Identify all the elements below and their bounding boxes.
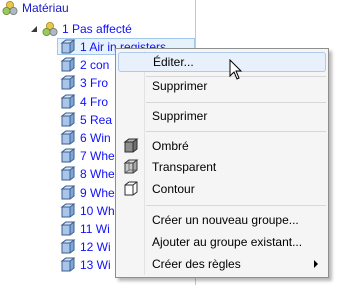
cube-icon bbox=[60, 185, 76, 201]
tree-item-label: 3 Fro bbox=[80, 76, 109, 90]
submenu-arrow-icon bbox=[314, 260, 318, 268]
tree-item[interactable]: 7 Whe bbox=[60, 147, 115, 165]
tree-item[interactable]: 10 Wh bbox=[60, 202, 115, 220]
tree-item-label: 10 Wh bbox=[80, 204, 115, 218]
tree-node-group[interactable]: 1 Pas affecté bbox=[29, 20, 132, 38]
tree-root-label: Matériau bbox=[22, 1, 69, 15]
tree-item-label: 2 con bbox=[80, 58, 110, 72]
tree-item-label: 7 Whe bbox=[80, 149, 115, 163]
tree-item-label: 13 Wi bbox=[80, 258, 111, 272]
menu-item-label: Transparent bbox=[152, 160, 217, 174]
tree-item[interactable]: 4 Fro bbox=[60, 93, 108, 111]
tree-item-label: 5 Rea bbox=[80, 113, 113, 127]
transparent-cube-icon bbox=[123, 159, 139, 175]
tree-item[interactable]: 9 Whe bbox=[60, 184, 115, 202]
tree-item-label: 11 Wi bbox=[80, 222, 110, 236]
menu-item-label: Ombré bbox=[152, 139, 189, 153]
tree-item-label: 6 Win bbox=[80, 131, 111, 145]
expand-arrow-icon[interactable] bbox=[29, 24, 39, 34]
cube-icon bbox=[60, 221, 76, 237]
cube-icon bbox=[60, 203, 76, 219]
tree-group-label: 1 Pas affecté bbox=[62, 22, 132, 36]
menu-item-new-group[interactable]: Créer un nouveau groupe... bbox=[118, 210, 326, 230]
cube-icon bbox=[60, 257, 76, 273]
material-group-icon bbox=[42, 21, 58, 37]
menu-item-transparent[interactable]: Transparent bbox=[118, 157, 326, 177]
menu-item-add-to-group[interactable]: Ajouter au groupe existant... bbox=[118, 232, 326, 252]
tree-item[interactable]: 8 Whe bbox=[60, 165, 115, 183]
mouse-pointer-icon bbox=[229, 58, 243, 81]
menu-item-edit[interactable]: Éditer... bbox=[118, 52, 326, 72]
menu-separator bbox=[146, 102, 326, 103]
cube-icon bbox=[60, 94, 76, 110]
tree-item-label: 4 Fro bbox=[80, 95, 109, 109]
tree-item[interactable]: 3 Fro bbox=[60, 74, 108, 92]
context-menu: Éditer... Supprimer Supprimer Ombré Tran… bbox=[115, 48, 329, 278]
menu-item-outline[interactable]: Contour bbox=[118, 179, 326, 199]
cube-icon bbox=[60, 112, 76, 128]
material-group-icon bbox=[2, 0, 18, 16]
menu-item-label: Supprimer bbox=[152, 109, 208, 123]
cube-icon bbox=[60, 130, 76, 146]
menu-item-label: Contour bbox=[152, 182, 195, 196]
tree-item-label: 9 Whe bbox=[80, 186, 115, 200]
menu-item-label: Ajouter au groupe existant... bbox=[152, 235, 303, 249]
outline-cube-icon bbox=[123, 181, 139, 197]
cube-icon bbox=[60, 57, 76, 73]
tree-item-label: 8 Whe bbox=[80, 167, 115, 181]
cube-icon bbox=[60, 239, 76, 255]
menu-item-create-rules[interactable]: Créer des règles bbox=[118, 254, 326, 274]
menu-item-delete-2[interactable]: Supprimer bbox=[118, 106, 326, 126]
menu-item-label: Supprimer bbox=[152, 79, 208, 93]
tree-item[interactable]: 13 Wi bbox=[60, 256, 111, 274]
cube-icon bbox=[60, 166, 76, 182]
menu-item-label: Créer des règles bbox=[152, 257, 241, 271]
shaded-cube-icon bbox=[123, 138, 139, 154]
menu-separator bbox=[146, 205, 326, 206]
tree-item[interactable]: 12 Wi bbox=[60, 238, 111, 256]
tree-item[interactable]: 6 Win bbox=[60, 129, 111, 147]
cube-icon bbox=[60, 39, 76, 55]
cube-icon bbox=[60, 148, 76, 164]
cube-icon bbox=[60, 75, 76, 91]
tree-item[interactable]: 11 Wi bbox=[60, 220, 110, 238]
menu-item-delete[interactable]: Supprimer bbox=[118, 76, 326, 96]
menu-item-shaded[interactable]: Ombré bbox=[118, 136, 326, 156]
menu-item-label: Éditer... bbox=[153, 55, 194, 69]
tree-item[interactable]: 2 con bbox=[60, 56, 109, 74]
menu-item-label: Créer un nouveau groupe... bbox=[152, 213, 299, 227]
tree-item[interactable]: 5 Rea bbox=[60, 111, 112, 129]
tree-node-root[interactable]: Matériau bbox=[2, 0, 69, 17]
menu-separator bbox=[146, 131, 326, 132]
tree-item-label: 12 Wi bbox=[80, 240, 111, 254]
